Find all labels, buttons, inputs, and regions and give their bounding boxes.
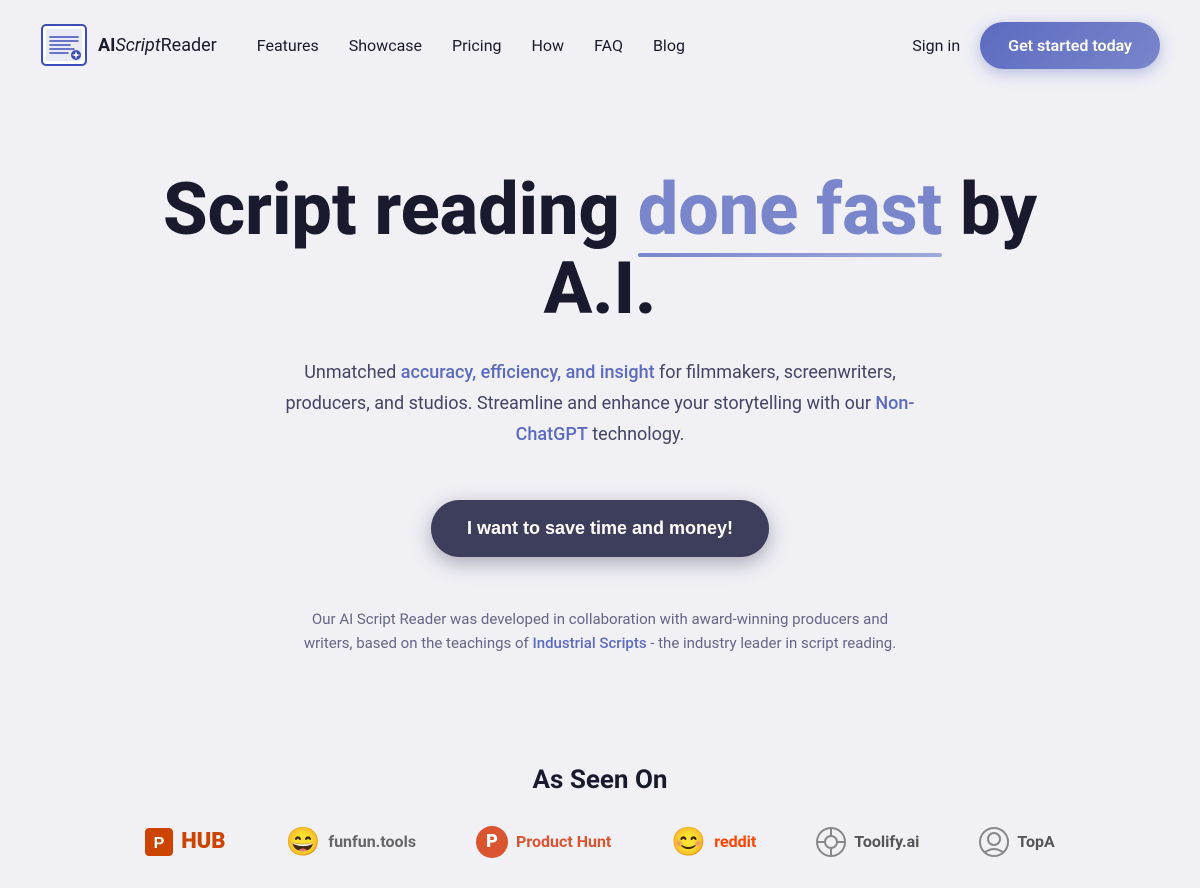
topa-icon bbox=[979, 827, 1009, 857]
funfun-emoji: 😄 bbox=[285, 825, 320, 858]
phub-icon: P bbox=[145, 828, 173, 856]
nav-link-how[interactable]: How bbox=[532, 36, 565, 55]
toolify-text: Toolify.ai bbox=[854, 832, 919, 851]
toolify-icon bbox=[816, 827, 846, 857]
hero-section: Script reading done fast by A.I. Unmatch… bbox=[0, 90, 1200, 715]
toolify-logo: Toolify.ai bbox=[786, 827, 949, 857]
producthunt-icon: P bbox=[476, 826, 508, 858]
topa-logo: TopA bbox=[949, 827, 1084, 857]
producthunt-logo: P Product Hunt bbox=[446, 826, 641, 858]
industrial-scripts-link[interactable]: Industrial Scripts bbox=[533, 634, 647, 652]
reddit-emoji: 😊 bbox=[671, 825, 706, 858]
nav-link-faq[interactable]: FAQ bbox=[594, 36, 623, 55]
nav-left: AIScriptReader Features Showcase Pricing… bbox=[40, 21, 685, 69]
reddit-text: reddit bbox=[714, 832, 756, 851]
nav-link-features[interactable]: Features bbox=[257, 36, 319, 55]
funfun-logo: 😄 funfun.tools bbox=[255, 825, 446, 858]
hero-subtitle-start: Unmatched bbox=[304, 362, 401, 383]
hero-cta-button[interactable]: I want to save time and money! bbox=[431, 500, 769, 557]
reddit-logo: 😊 reddit bbox=[641, 825, 786, 858]
logo-icon bbox=[40, 21, 88, 69]
nav-links: Features Showcase Pricing How FAQ Blog bbox=[257, 36, 685, 55]
hero-subtitle: Unmatched accuracy, efficiency, and insi… bbox=[275, 358, 925, 450]
sign-in-link[interactable]: Sign in bbox=[912, 36, 960, 55]
logos-row: P HUB 😄 funfun.tools P Product Hunt 😊 re… bbox=[40, 825, 1160, 858]
as-seen-on-section: As Seen On P HUB 😄 funfun.tools P Produc… bbox=[0, 715, 1200, 888]
nav-link-pricing[interactable]: Pricing bbox=[452, 36, 502, 55]
as-seen-on-title: As Seen On bbox=[40, 765, 1160, 795]
nav-link-blog[interactable]: Blog bbox=[653, 36, 685, 55]
collab-end: - the industry leader in script reading. bbox=[647, 634, 897, 652]
hero-title: Script reading done fast by A.I. bbox=[150, 170, 1050, 328]
nav-link-showcase[interactable]: Showcase bbox=[349, 36, 422, 55]
collaboration-text: Our AI Script Reader was developed in co… bbox=[300, 607, 900, 655]
get-started-button[interactable]: Get started today bbox=[980, 22, 1160, 69]
nav-right: Sign in Get started today bbox=[912, 22, 1160, 69]
phub-text: HUB bbox=[181, 829, 225, 854]
phub-logo: P HUB bbox=[115, 828, 255, 856]
hero-subtitle-accent: accuracy, efficiency, and insight bbox=[401, 362, 655, 383]
hero-title-start: Script reading bbox=[163, 167, 638, 252]
topa-text: TopA bbox=[1017, 832, 1054, 851]
funfun-text: funfun.tools bbox=[328, 832, 416, 851]
svg-text:P: P bbox=[154, 835, 165, 852]
hero-subtitle-end: technology. bbox=[588, 424, 685, 445]
navbar: AIScriptReader Features Showcase Pricing… bbox=[0, 0, 1200, 90]
logo-link[interactable]: AIScriptReader bbox=[40, 21, 217, 69]
logo-text: AIScriptReader bbox=[98, 35, 217, 56]
producthunt-text: Product Hunt bbox=[516, 832, 611, 851]
hero-title-highlight: done fast bbox=[638, 170, 942, 249]
